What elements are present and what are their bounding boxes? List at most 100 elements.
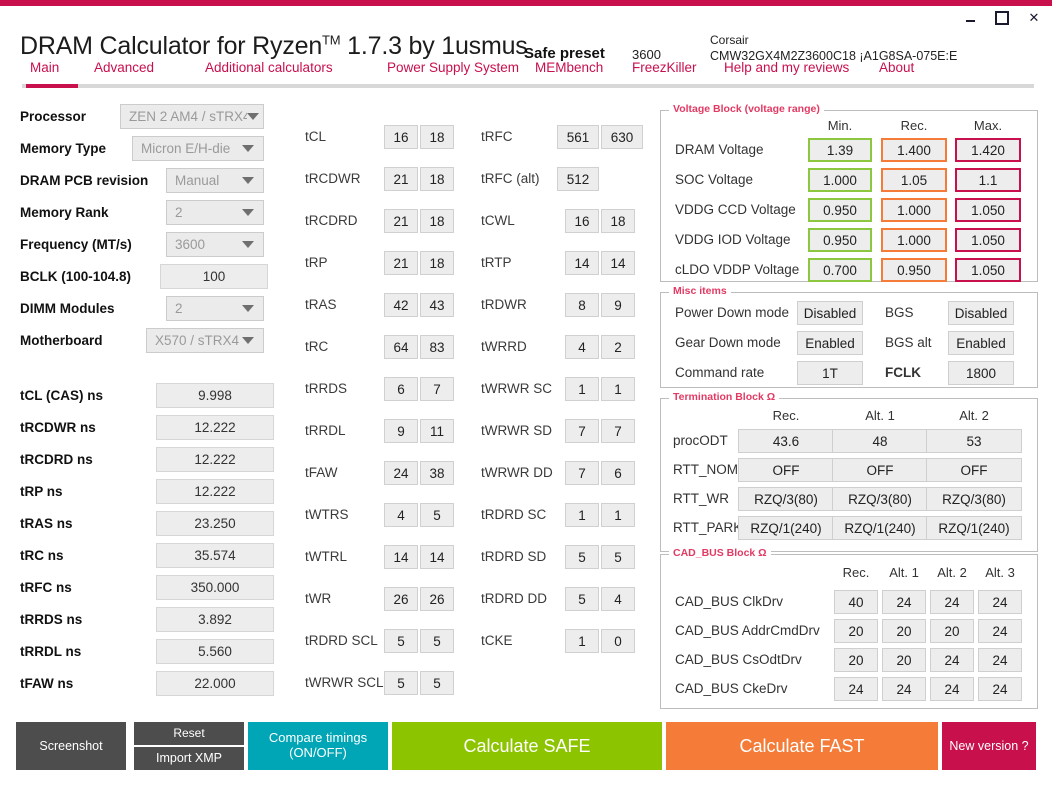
timing-value-tcke-1[interactable]: 1 — [565, 629, 599, 653]
termination-value-procodt-1[interactable]: 48 — [832, 429, 928, 453]
timing-value-trtp-2[interactable]: 14 — [601, 251, 635, 275]
timing-value-trp-2[interactable]: 18 — [420, 251, 454, 275]
left-control-dimm-modules[interactable]: 2 — [166, 296, 264, 321]
timing-value-trrds-2[interactable]: 7 — [420, 377, 454, 401]
timing-value-twrwr-dd-2[interactable]: 6 — [601, 461, 635, 485]
timing-value-trcdwr-2[interactable]: 18 — [420, 167, 454, 191]
ns-value-trc-ns[interactable]: 35.574 — [156, 543, 274, 568]
misc-value-power-down-mode[interactable]: Disabled — [797, 301, 863, 325]
left-control-memory-type[interactable]: Micron E/H-die — [132, 136, 264, 161]
timing-value-trdrd-scl-1[interactable]: 5 — [384, 629, 418, 653]
termination-value-rtt_wr-1[interactable]: RZQ/3(80) — [832, 487, 928, 511]
timing-value-tcke-2[interactable]: 0 — [601, 629, 635, 653]
timing-value-trdwr-1[interactable]: 8 — [565, 293, 599, 317]
timing-value-twrwr-sd-1[interactable]: 7 — [565, 419, 599, 443]
reset-button[interactable]: Reset — [134, 722, 244, 745]
cadbus-value-cad_bus-clkdrv-3[interactable]: 24 — [978, 590, 1022, 614]
voltage-value-dram-voltage-max[interactable]: 1.420 — [955, 138, 1021, 162]
left-control-frequency-mt-s-[interactable]: 3600 — [166, 232, 264, 257]
nav-item-additional-calculators[interactable]: Additional calculators — [205, 60, 333, 75]
timing-value-trdrd-sc-1[interactable]: 1 — [565, 503, 599, 527]
cadbus-value-cad_bus-clkdrv-0[interactable]: 40 — [834, 590, 878, 614]
left-control-dram-pcb-revision[interactable]: Manual — [166, 168, 264, 193]
ns-value-tcl-cas-ns[interactable]: 9.998 — [156, 383, 274, 408]
voltage-value-soc-voltage-max[interactable]: 1.1 — [955, 168, 1021, 192]
cadbus-value-cad_bus-csodtdrv-1[interactable]: 20 — [882, 648, 926, 672]
timing-value-tcl-1[interactable]: 16 — [384, 125, 418, 149]
voltage-value-vddg-iod-voltage-min[interactable]: 0.950 — [808, 228, 872, 252]
timing-value-tfaw-2[interactable]: 38 — [420, 461, 454, 485]
voltage-value-soc-voltage-rec[interactable]: 1.05 — [881, 168, 947, 192]
termination-value-rtt_wr-0[interactable]: RZQ/3(80) — [738, 487, 834, 511]
timing-value-twrwr-sc-2[interactable]: 1 — [601, 377, 635, 401]
timing-value-trc-1[interactable]: 64 — [384, 335, 418, 359]
termination-value-rtt_nom-1[interactable]: OFF — [832, 458, 928, 482]
calculate-fast-button[interactable]: Calculate FAST — [666, 722, 938, 770]
timing-value-tcwl-1[interactable]: 16 — [565, 209, 599, 233]
voltage-value-vddg-iod-voltage-rec[interactable]: 1.000 — [881, 228, 947, 252]
ns-value-trrds-ns[interactable]: 3.892 — [156, 607, 274, 632]
cadbus-value-cad_bus-addrcmddrv-1[interactable]: 20 — [882, 619, 926, 643]
timing-value-trdrd-sd-2[interactable]: 5 — [601, 545, 635, 569]
timing-value-trp-1[interactable]: 21 — [384, 251, 418, 275]
timing-value-trfc-2[interactable]: 630 — [601, 125, 643, 149]
ns-value-trrdl-ns[interactable]: 5.560 — [156, 639, 274, 664]
timing-value-twtrl-2[interactable]: 14 — [420, 545, 454, 569]
timing-value-trrdl-2[interactable]: 11 — [420, 419, 454, 443]
termination-value-rtt_park-1[interactable]: RZQ/1(240) — [832, 516, 928, 540]
left-control-motherboard[interactable]: X570 / sTRX4 — [146, 328, 264, 353]
timing-value-trcdwr-1[interactable]: 21 — [384, 167, 418, 191]
timing-value-tcwl-2[interactable]: 18 — [601, 209, 635, 233]
cadbus-value-cad_bus-ckedrv-1[interactable]: 24 — [882, 677, 926, 701]
cadbus-value-cad_bus-ckedrv-0[interactable]: 24 — [834, 677, 878, 701]
left-control-bclk-100-104-8-[interactable]: 100 — [160, 264, 268, 289]
voltage-value-vddg-ccd-voltage-min[interactable]: 0.950 — [808, 198, 872, 222]
nav-item-membench[interactable]: MEMbench — [535, 60, 603, 75]
ns-value-trcdwr-ns[interactable]: 12.222 — [156, 415, 274, 440]
misc-value-bgs[interactable]: Disabled — [948, 301, 1014, 325]
cadbus-value-cad_bus-ckedrv-2[interactable]: 24 — [930, 677, 974, 701]
termination-value-rtt_park-2[interactable]: RZQ/1(240) — [926, 516, 1022, 540]
voltage-value-soc-voltage-min[interactable]: 1.000 — [808, 168, 872, 192]
timing-value-trcdrd-1[interactable]: 21 — [384, 209, 418, 233]
timing-value-trcdrd-2[interactable]: 18 — [420, 209, 454, 233]
timing-value-trfc-alt--1[interactable]: 512 — [557, 167, 599, 191]
compare-timings-button[interactable]: Compare timings (ON/OFF) — [248, 722, 388, 770]
termination-value-rtt_park-0[interactable]: RZQ/1(240) — [738, 516, 834, 540]
voltage-value-cldo-vddp-voltage-rec[interactable]: 0.950 — [881, 258, 947, 282]
timing-value-trfc-1[interactable]: 561 — [557, 125, 599, 149]
misc-value-command-rate[interactable]: 1T — [797, 361, 863, 385]
ns-value-trp-ns[interactable]: 12.222 — [156, 479, 274, 504]
timing-value-trdrd-dd-1[interactable]: 5 — [565, 587, 599, 611]
termination-value-procodt-0[interactable]: 43.6 — [738, 429, 834, 453]
voltage-value-cldo-vddp-voltage-min[interactable]: 0.700 — [808, 258, 872, 282]
timing-value-trdrd-sc-2[interactable]: 1 — [601, 503, 635, 527]
ns-value-tfaw-ns[interactable]: 22.000 — [156, 671, 274, 696]
misc-value-bgs-alt[interactable]: Enabled — [948, 331, 1014, 355]
cadbus-value-cad_bus-addrcmddrv-3[interactable]: 24 — [978, 619, 1022, 643]
cadbus-value-cad_bus-csodtdrv-3[interactable]: 24 — [978, 648, 1022, 672]
timing-value-twrwr-sd-2[interactable]: 7 — [601, 419, 635, 443]
timing-value-tras-2[interactable]: 43 — [420, 293, 454, 317]
termination-value-rtt_wr-2[interactable]: RZQ/3(80) — [926, 487, 1022, 511]
nav-item-about[interactable]: About — [879, 60, 914, 75]
ns-value-trcdrd-ns[interactable]: 12.222 — [156, 447, 274, 472]
timing-value-twtrl-1[interactable]: 14 — [384, 545, 418, 569]
timing-value-twrwr-sc-1[interactable]: 1 — [565, 377, 599, 401]
timing-value-twrrd-2[interactable]: 2 — [601, 335, 635, 359]
cadbus-value-cad_bus-csodtdrv-0[interactable]: 20 — [834, 648, 878, 672]
timing-value-tras-1[interactable]: 42 — [384, 293, 418, 317]
misc-value-fclk[interactable]: 1800 — [948, 361, 1014, 385]
calculate-safe-button[interactable]: Calculate SAFE — [392, 722, 662, 770]
left-control-memory-rank[interactable]: 2 — [166, 200, 264, 225]
import-xmp-button[interactable]: Import XMP — [134, 747, 244, 770]
timing-value-tfaw-1[interactable]: 24 — [384, 461, 418, 485]
timing-value-trdrd-sd-1[interactable]: 5 — [565, 545, 599, 569]
ns-value-trfc-ns[interactable]: 350.000 — [156, 575, 274, 600]
termination-value-rtt_nom-2[interactable]: OFF — [926, 458, 1022, 482]
timing-value-twtrs-1[interactable]: 4 — [384, 503, 418, 527]
voltage-value-dram-voltage-min[interactable]: 1.39 — [808, 138, 872, 162]
cadbus-value-cad_bus-clkdrv-2[interactable]: 24 — [930, 590, 974, 614]
voltage-value-vddg-ccd-voltage-max[interactable]: 1.050 — [955, 198, 1021, 222]
termination-value-rtt_nom-0[interactable]: OFF — [738, 458, 834, 482]
